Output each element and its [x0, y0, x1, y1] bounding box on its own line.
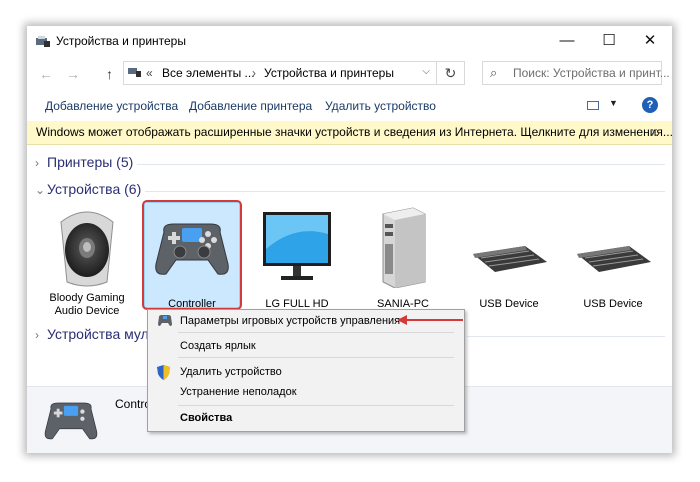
group-divider: [145, 191, 665, 192]
gamepad-icon: [44, 402, 98, 440]
group-divider: [137, 164, 665, 165]
address-dropdown-icon[interactable]: ⌵: [422, 66, 430, 77]
collapse-chevron-icon: ⌄: [35, 183, 46, 197]
info-bar-close-icon[interactable]: x: [651, 124, 658, 139]
keyboard-icon: [473, 246, 547, 272]
menu-item-create-shortcut[interactable]: Создать ярлык: [180, 340, 256, 352]
search-icon: ⌕: [490, 65, 498, 80]
group-printers-label: Принтеры (5): [47, 154, 134, 170]
menu-item-troubleshoot[interactable]: Устранение неполадок: [180, 386, 297, 398]
devices-printers-icon: [36, 36, 50, 47]
refresh-button[interactable]: ↻: [437, 61, 465, 85]
details-device-name: Contro: [115, 397, 152, 411]
expand-chevron-icon: ›: [35, 328, 39, 342]
speaker-icon: [60, 211, 114, 287]
device-usb-keyboard-2[interactable]: USB Device: [567, 204, 659, 310]
address-bar[interactable]: « Все элементы ... › Устройства и принте…: [123, 61, 437, 85]
gamepad-icon: [158, 315, 172, 326]
device-controller[interactable]: Controller: [146, 204, 238, 310]
menu-separator: [178, 357, 454, 358]
breadcrumb-all-items[interactable]: Все элементы ...: [162, 66, 255, 80]
view-dropdown-icon[interactable]: ▼: [609, 98, 618, 108]
breadcrumb-overflow[interactable]: «: [146, 66, 153, 80]
annotation-arrow-icon: [397, 315, 463, 325]
window-title: Устройства и принтеры: [56, 34, 186, 48]
back-arrow-icon[interactable]: ←: [39, 66, 53, 82]
menu-item-game-controllers[interactable]: Параметры игровых устройств управления: [180, 315, 400, 327]
menu-separator: [178, 332, 454, 333]
group-divider: [467, 336, 665, 337]
monitor-icon: [263, 212, 331, 280]
search-input[interactable]: ⌕ Поиск: Устройства и принт...: [482, 61, 670, 85]
title-bar: Устройства и принтеры — ☐ ✕: [27, 26, 672, 56]
gamepad-icon: [155, 223, 229, 275]
search-placeholder: Поиск: Устройства и принт...: [513, 66, 670, 80]
navigation-bar: ← → ↑ « Все элементы ... › Устройства и …: [27, 59, 672, 89]
remove-device-button[interactable]: Удалить устройство: [325, 99, 436, 113]
add-device-button[interactable]: Добавление устройства: [45, 99, 178, 113]
device-label: USB Device: [479, 298, 539, 310]
menu-item-remove-device[interactable]: Удалить устройство: [180, 366, 282, 378]
info-bar-text[interactable]: Windows может отображать расширенные зна…: [36, 125, 672, 139]
group-devices[interactable]: ⌄ Устройства (6): [35, 181, 141, 197]
control-panel-icon: [128, 68, 141, 77]
shield-icon: [157, 365, 170, 380]
minimize-button[interactable]: —: [550, 30, 584, 52]
add-printer-button[interactable]: Добавление принтера: [189, 99, 312, 113]
computer-tower-icon: [382, 207, 426, 289]
device-sania-pc[interactable]: SANIA-PC: [357, 204, 449, 310]
device-lg-monitor[interactable]: LG FULL HD: [251, 204, 343, 310]
info-bar[interactable]: Windows может отображать расширенные зна…: [27, 121, 672, 145]
group-devices-label: Устройства (6): [47, 181, 142, 197]
help-icon[interactable]: ?: [642, 97, 658, 113]
keyboard-icon: [577, 246, 651, 272]
menu-separator: [178, 405, 454, 406]
device-label: USB Device: [583, 298, 643, 310]
forward-arrow-icon[interactable]: →: [66, 66, 80, 82]
up-arrow-icon[interactable]: ↑: [106, 66, 113, 82]
close-window-button[interactable]: ✕: [633, 30, 667, 52]
breadcrumb-devices-printers[interactable]: Устройства и принтеры: [264, 66, 394, 80]
change-view-icon[interactable]: [587, 101, 599, 110]
group-printers[interactable]: › Принтеры (5): [35, 154, 133, 170]
menu-item-properties[interactable]: Свойства: [180, 412, 232, 424]
expand-chevron-icon: ›: [35, 156, 39, 170]
device-usb-keyboard-1[interactable]: USB Device: [463, 204, 555, 310]
device-label: Bloody Gaming Audio Device: [49, 292, 125, 317]
breadcrumb-separator: ›: [252, 66, 256, 80]
maximize-button[interactable]: ☐: [592, 30, 626, 52]
device-bloody-audio[interactable]: Bloody Gaming Audio Device: [41, 204, 133, 317]
command-toolbar: Добавление устройства Добавление принтер…: [27, 91, 672, 122]
